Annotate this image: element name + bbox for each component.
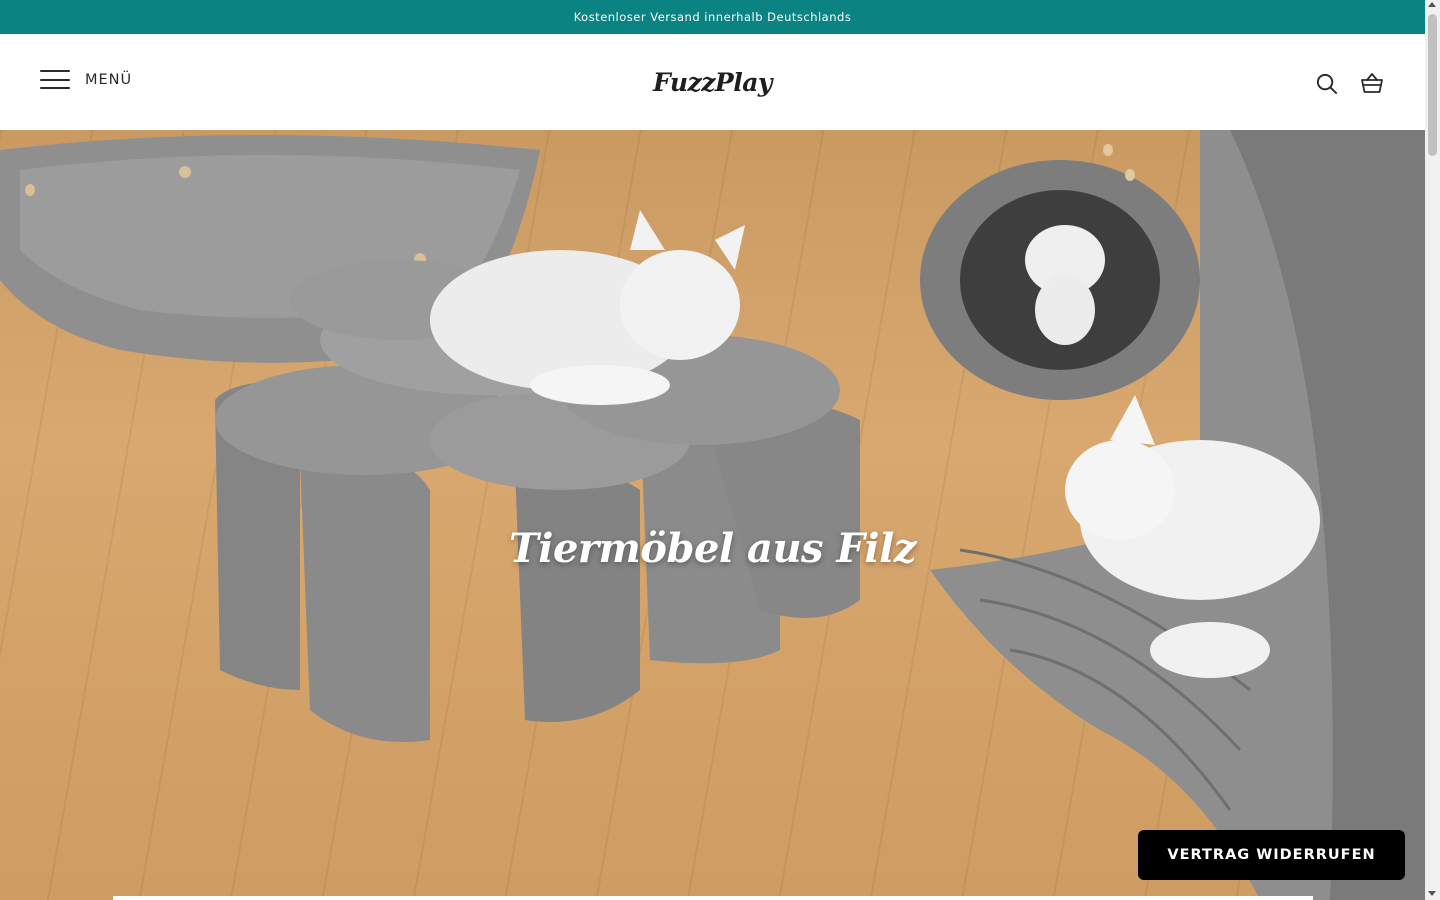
announcement-text: Kostenloser Versand innerhalb Deutschlan… (573, 10, 852, 24)
site-header: MENÜ FuzzPlay (0, 34, 1425, 130)
scroll-up-arrow-icon[interactable] (1428, 2, 1436, 7)
page-scrollbar[interactable] (1425, 0, 1440, 900)
hero-image (0, 130, 1425, 900)
withdraw-contract-button[interactable]: VERTRAG WIDERRUFEN (1138, 830, 1405, 880)
search-icon (1316, 73, 1337, 94)
hero-banner[interactable]: Tiermöbel aus Filz (0, 130, 1425, 900)
felt-tunnel (920, 144, 1200, 400)
cart-icon (1361, 73, 1383, 93)
hero-title: Tiermöbel aus Filz (509, 525, 916, 572)
scroll-thumb[interactable] (1428, 14, 1437, 156)
cart-button[interactable] (1359, 70, 1385, 96)
page: Kostenloser Versand innerhalb Deutschlan… (0, 0, 1425, 900)
menu-label: MENÜ (85, 71, 133, 88)
menu-button[interactable]: MENÜ (40, 70, 132, 89)
announcement-bar: Kostenloser Versand innerhalb Deutschlan… (0, 0, 1425, 34)
scroll-down-arrow-icon[interactable] (1428, 891, 1436, 896)
site-logo[interactable]: FuzzPlay (653, 68, 772, 97)
content-card-edge (113, 896, 1313, 900)
header-actions (1313, 70, 1385, 96)
hamburger-icon (40, 70, 70, 89)
search-button[interactable] (1313, 70, 1339, 96)
